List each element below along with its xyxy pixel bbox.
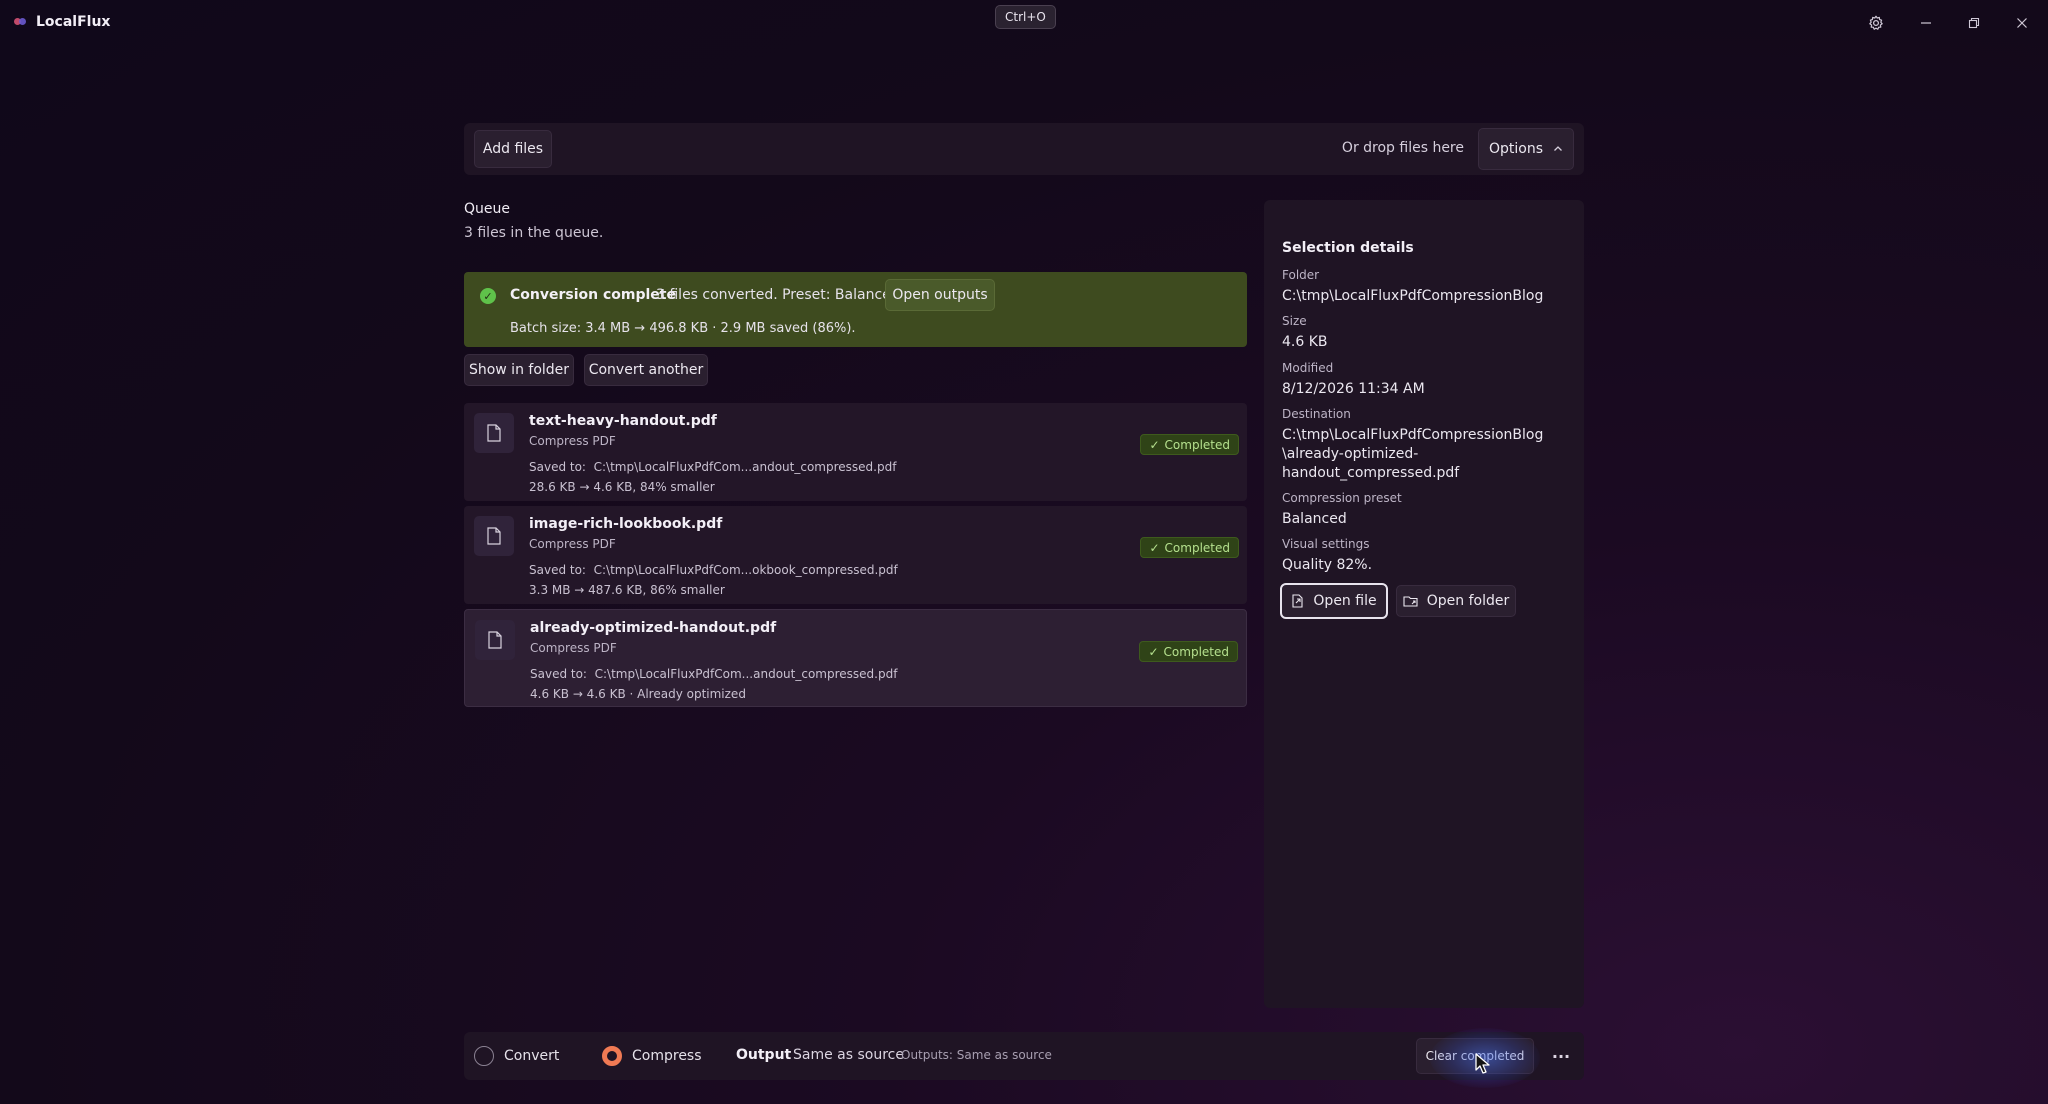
modified-label: Modified	[1282, 361, 1334, 375]
mouse-pointer-icon	[1475, 1053, 1490, 1074]
folder-value: C:\tmp\LocalFluxPdfCompressionBlog	[1282, 288, 1544, 304]
destination-value: C:\tmp\LocalFluxPdfCompressionBlog \alre…	[1282, 426, 1572, 483]
more-icon: ···	[1551, 1046, 1571, 1066]
saved-label: Saved to:	[529, 563, 586, 577]
file-size-change: 3.3 MB → 487.6 KB, 86% smaller	[529, 583, 725, 597]
size-label: Size	[1282, 314, 1307, 328]
file-size-change: 4.6 KB → 4.6 KB · Already optimized	[530, 687, 746, 701]
file-saved-path: Saved to: C:\tmp\LocalFluxPdfCom...andou…	[529, 460, 896, 474]
output-label: Output	[736, 1047, 792, 1063]
file-name: image-rich-lookbook.pdf	[529, 516, 723, 532]
app-title-text: LocalFlux	[36, 14, 111, 30]
saved-path: C:\tmp\LocalFluxPdfCom...andout_compress…	[593, 460, 897, 474]
completion-banner: Conversion complete 3 files converted. P…	[464, 272, 1247, 347]
radio-checked-icon	[602, 1046, 622, 1066]
selection-details-panel: Selection details Folder C:\tmp\LocalFlu…	[1264, 200, 1584, 1008]
file-action: Compress PDF	[530, 641, 617, 655]
document-icon	[474, 413, 514, 453]
restore-icon	[1968, 17, 1980, 29]
minimize-button[interactable]	[1912, 10, 1940, 36]
file-name: text-heavy-handout.pdf	[529, 413, 717, 429]
shortcut-tooltip: Ctrl+O	[995, 5, 1056, 29]
check-icon: ✓	[1149, 540, 1160, 555]
status-badge: ✓ Completed	[1139, 641, 1238, 662]
status-text: Completed	[1164, 540, 1230, 555]
file-card-text-heavy-handout[interactable]: text-heavy-handout.pdf Compress PDF Save…	[464, 403, 1247, 501]
settings-button[interactable]	[1862, 10, 1890, 36]
destination-line-2: \already-optimized-	[1282, 446, 1419, 462]
saved-label: Saved to:	[530, 667, 587, 681]
destination-line-1: C:\tmp\LocalFluxPdfCompressionBlog	[1282, 427, 1544, 443]
visual-settings-label: Visual settings	[1282, 537, 1370, 551]
close-icon	[2017, 18, 2027, 28]
open-folder-icon	[1403, 596, 1418, 607]
banner-message: 3 files converted. Preset: Balanced.	[656, 287, 905, 303]
queue-title: Queue	[464, 201, 510, 217]
file-saved-path: Saved to: C:\tmp\LocalFluxPdfCom...andou…	[530, 667, 897, 681]
minimize-icon	[1921, 22, 1931, 24]
file-size-change: 28.6 KB → 4.6 KB, 84% smaller	[529, 480, 715, 494]
document-icon	[475, 620, 515, 660]
convert-mode-radio[interactable]: Convert	[474, 1046, 559, 1066]
options-button[interactable]: Options	[1478, 128, 1574, 170]
banner-title: Conversion complete	[510, 287, 676, 303]
compress-label: Compress	[632, 1048, 702, 1064]
saved-path: C:\tmp\LocalFluxPdfCom...okbook_compress…	[593, 563, 898, 577]
convert-another-button[interactable]: Convert another	[584, 354, 708, 386]
open-file-label: Open file	[1313, 593, 1377, 609]
open-file-button[interactable]: Open file	[1280, 583, 1388, 619]
status-text: Completed	[1164, 437, 1230, 452]
file-card-already-optimized-handout[interactable]: already-optimized-handout.pdf Compress P…	[464, 609, 1247, 707]
details-title: Selection details	[1282, 240, 1414, 256]
close-button[interactable]	[2008, 10, 2036, 36]
file-card-image-rich-lookbook[interactable]: image-rich-lookbook.pdf Compress PDF Sav…	[464, 506, 1247, 604]
outputs-hint: Outputs: Same as source	[901, 1048, 1052, 1062]
batch-summary: Batch size: 3.4 MB → 496.8 KB · 2.9 MB s…	[510, 321, 856, 336]
open-folder-button[interactable]: Open folder	[1396, 585, 1516, 617]
compress-mode-radio[interactable]: Compress	[602, 1046, 702, 1066]
restore-button[interactable]	[1960, 10, 1988, 36]
more-options-button[interactable]: ···	[1547, 1044, 1575, 1068]
file-saved-path: Saved to: C:\tmp\LocalFluxPdfCom...okboo…	[529, 563, 898, 577]
saved-label: Saved to:	[529, 460, 586, 474]
gear-icon	[1869, 15, 1883, 30]
document-icon	[474, 516, 514, 556]
file-action: Compress PDF	[529, 434, 616, 448]
destination-line-3: handout_compressed.pdf	[1282, 465, 1460, 481]
open-file-icon	[1292, 594, 1303, 608]
add-files-bar: Add files Or drop files here Options	[464, 123, 1584, 175]
preset-value: Balanced	[1282, 511, 1347, 527]
bottom-bar: Convert Compress Output Same as source O…	[464, 1032, 1584, 1080]
check-icon: ✓	[1148, 644, 1159, 659]
status-badge: ✓ Completed	[1140, 434, 1239, 455]
app-logo-icon	[14, 17, 28, 27]
file-name: already-optimized-handout.pdf	[530, 620, 777, 636]
open-outputs-button[interactable]: Open outputs	[885, 279, 995, 311]
preset-label: Compression preset	[1282, 491, 1402, 505]
visual-settings-value: Quality 82%.	[1282, 557, 1373, 573]
size-value: 4.6 KB	[1282, 334, 1328, 350]
chevron-up-icon	[1554, 146, 1562, 151]
drop-hint: Or drop files here	[1341, 140, 1464, 156]
show-in-folder-button[interactable]: Show in folder	[464, 354, 574, 386]
open-folder-label: Open folder	[1426, 593, 1510, 609]
options-label: Options	[1488, 141, 1544, 157]
add-files-button[interactable]: Add files	[474, 130, 552, 168]
output-value[interactable]: Same as source	[793, 1047, 904, 1063]
status-badge: ✓ Completed	[1140, 537, 1239, 558]
saved-path: C:\tmp\LocalFluxPdfCom...andout_compress…	[594, 667, 898, 681]
radio-unchecked-icon	[474, 1046, 494, 1066]
status-text: Completed	[1163, 644, 1229, 659]
modified-value: 8/12/2026 11:34 AM	[1282, 381, 1425, 397]
check-icon: ✓	[1149, 437, 1160, 452]
file-action: Compress PDF	[529, 537, 616, 551]
folder-label: Folder	[1282, 268, 1320, 282]
queue-subtitle: 3 files in the queue.	[464, 225, 604, 241]
convert-label: Convert	[504, 1048, 560, 1064]
app-title: LocalFlux	[14, 14, 110, 30]
success-check-icon: ✓	[480, 288, 496, 304]
destination-label: Destination	[1282, 407, 1351, 421]
